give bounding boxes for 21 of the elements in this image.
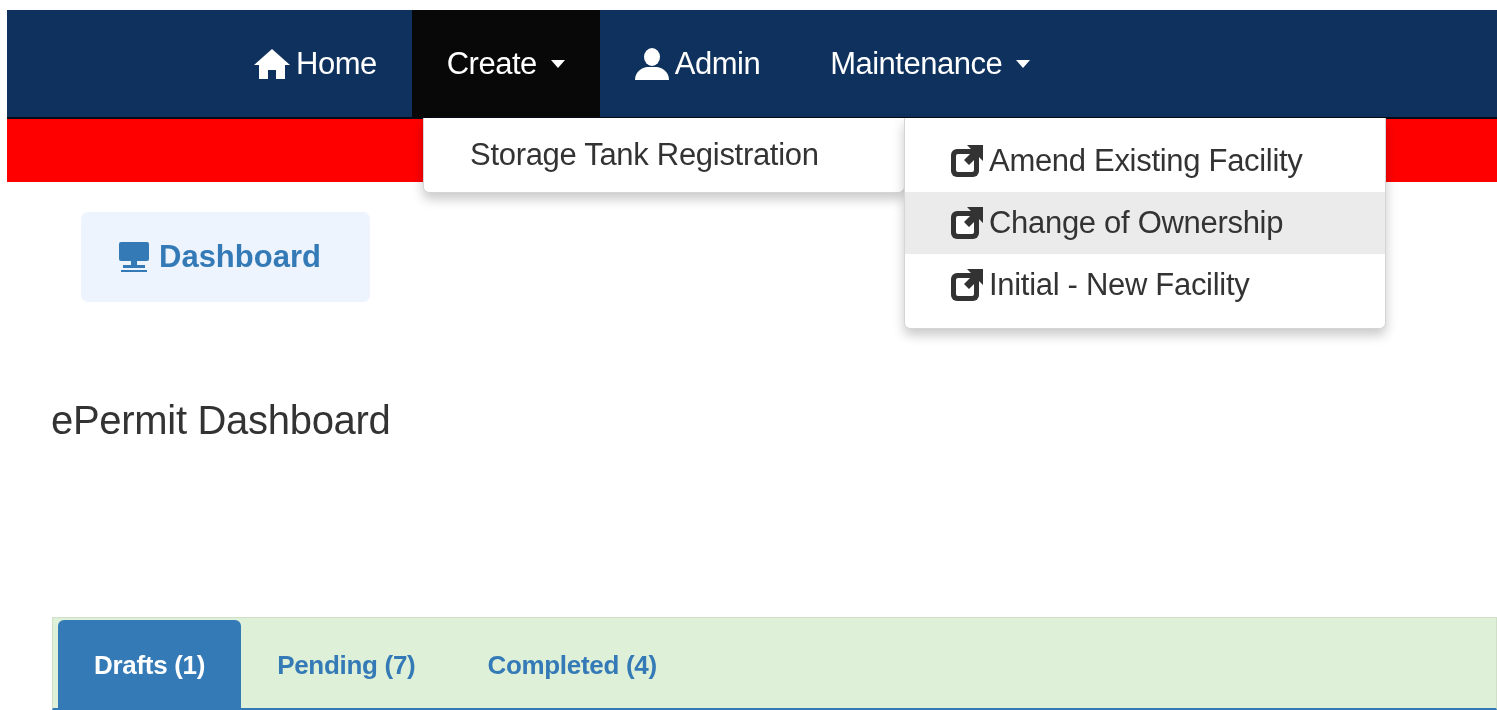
user-icon: [634, 47, 669, 80]
tab[interactable]: Completed (4): [451, 620, 693, 710]
tab[interactable]: Drafts (1): [58, 620, 242, 710]
home-icon: [254, 48, 290, 79]
dashboard-button[interactable]: Dashboard: [81, 212, 370, 302]
share-icon: [951, 269, 983, 301]
nav-link[interactable]: Maintenance: [795, 10, 1066, 117]
menu-item[interactable]: Initial - New Facility: [905, 254, 1385, 316]
share-icon: [951, 145, 983, 177]
menu-item[interactable]: Storage Tank Registration: [424, 124, 904, 186]
menu-item[interactable]: Amend Existing Facility: [905, 130, 1385, 192]
monitor-icon: [119, 242, 149, 272]
menu-item[interactable]: Change of Ownership: [905, 192, 1385, 254]
share-icon: [951, 207, 983, 239]
caret-icon: [550, 59, 565, 68]
nav-link[interactable]: Admin: [599, 10, 796, 117]
page-heading: ePermit Dashboard: [51, 398, 392, 443]
tab[interactable]: Pending (7): [241, 620, 452, 710]
nav-link[interactable]: Home: [219, 10, 412, 117]
nav-link[interactable]: Create: [411, 10, 600, 117]
caret-icon: [1016, 59, 1031, 68]
